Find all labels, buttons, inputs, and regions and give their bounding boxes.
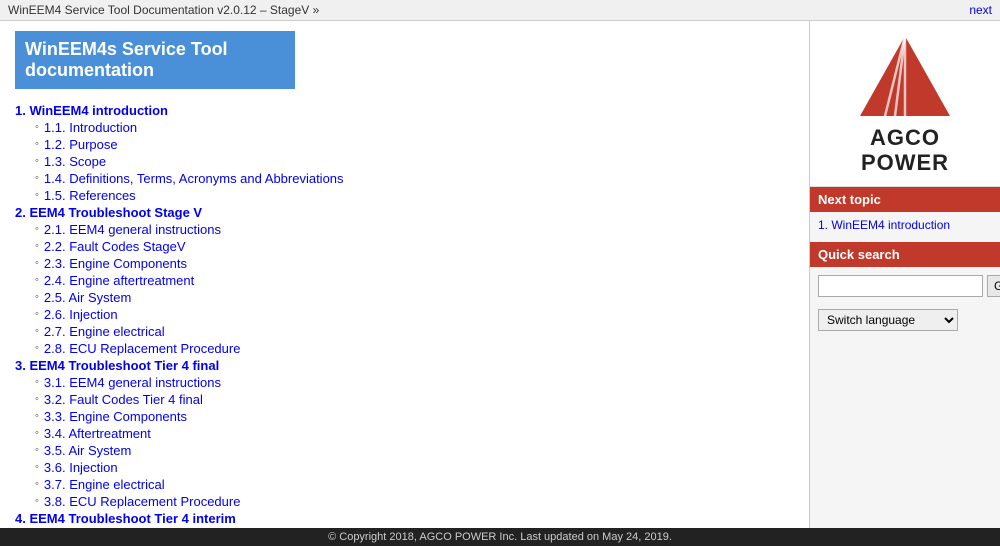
toc-sublink[interactable]: 2.2. Fault Codes StageV: [44, 239, 186, 254]
toc-sublink[interactable]: 2.1. EEM4 general instructions: [44, 222, 221, 237]
toc-subitem: 3.5. Air System: [35, 443, 794, 458]
toc-subitem: 1.2. Purpose: [35, 137, 794, 152]
toc-subitem: 2.7. Engine electrical: [35, 324, 794, 339]
toc-subitem: 3.2. Fault Codes Tier 4 final: [35, 392, 794, 407]
toc-sublink[interactable]: 1.5. References: [44, 188, 136, 203]
next-topic-section: Next topic 1. WinEEM4 introduction: [810, 187, 1000, 238]
toc-item-1: 1. WinEEM4 introduction 1.1. Introduction…: [15, 103, 794, 203]
toc-subitem: 3.1. EEM4 general instructions: [35, 375, 794, 390]
toc-sublist-3: 3.1. EEM4 general instructions 3.2. Fault…: [15, 375, 794, 509]
toc-sublink[interactable]: 3.6. Injection: [44, 460, 118, 475]
toc-sublink[interactable]: 2.4. Engine aftertreatment: [44, 273, 194, 288]
page-title: WinEEM4 Service Tool Documentation v2.0.…: [8, 3, 319, 17]
switch-language-select[interactable]: Switch language: [818, 309, 958, 331]
toc-sublink[interactable]: 2.8. ECU Replacement Procedure: [44, 341, 241, 356]
toc-subitem: 3.8. ECU Replacement Procedure: [35, 494, 794, 509]
toc-sublink[interactable]: 3.4. Aftertreatment: [44, 426, 151, 441]
toc-link-4[interactable]: 4. EEM4 Troubleshoot Tier 4 interim: [15, 511, 236, 526]
toc-sublink[interactable]: 1.4. Definitions, Terms, Acronyms and Ab…: [44, 171, 344, 186]
agco-logo-area: AGCO POWER: [810, 21, 1000, 187]
toc-sublink[interactable]: 3.2. Fault Codes Tier 4 final: [44, 392, 203, 407]
toc-subitem: 2.5. Air System: [35, 290, 794, 305]
toc-link-1[interactable]: 1. WinEEM4 introduction: [15, 103, 168, 118]
agco-logo-triangle: [855, 31, 955, 121]
toc-sublink[interactable]: 3.7. Engine electrical: [44, 477, 165, 492]
toc-subitem: 1.4. Definitions, Terms, Acronyms and Ab…: [35, 171, 794, 186]
toc-subitem: 2.3. Engine Components: [35, 256, 794, 271]
toc-sublink[interactable]: 1.2. Purpose: [44, 137, 118, 152]
toc-item-3: 3. EEM4 Troubleshoot Tier 4 final 3.1. EE…: [15, 358, 794, 509]
toc-link-2[interactable]: 2. EEM4 Troubleshoot Stage V: [15, 205, 202, 220]
toc-sublink[interactable]: 2.5. Air System: [44, 290, 131, 305]
toc-item-4: 4. EEM4 Troubleshoot Tier 4 interim4.1. …: [15, 511, 794, 528]
main-panel: WinEEM4s Service Tool documentation 1. W…: [0, 21, 810, 528]
footer: © Copyright 2018, AGCO POWER Inc. Last u…: [0, 528, 1000, 546]
quick-search-section: Quick search Go: [810, 242, 1000, 301]
toc-subitem: 2.2. Fault Codes StageV: [35, 239, 794, 254]
toc-subitem: 2.4. Engine aftertreatment: [35, 273, 794, 288]
toc-sublink[interactable]: 3.3. Engine Components: [44, 409, 187, 424]
doc-title: WinEEM4s Service Tool documentation: [15, 31, 295, 89]
toc-subitem: 3.4. Aftertreatment: [35, 426, 794, 441]
agco-name-line1: AGCO: [820, 126, 990, 150]
footer-text: © Copyright 2018, AGCO POWER Inc. Last u…: [328, 531, 672, 543]
toc-sublink[interactable]: 2.6. Injection: [44, 307, 118, 322]
toc-sublink[interactable]: 2.7. Engine electrical: [44, 324, 165, 339]
toc-subitem: 3.7. Engine electrical: [35, 477, 794, 492]
toc-subitem: 2.8. ECU Replacement Procedure: [35, 341, 794, 356]
toc-link-3[interactable]: 3. EEM4 Troubleshoot Tier 4 final: [15, 358, 219, 373]
toc-subitem: 2.1. EEM4 general instructions: [35, 222, 794, 237]
top-bar: WinEEM4 Service Tool Documentation v2.0.…: [0, 0, 1000, 21]
right-sidebar: AGCO POWER Next topic 1. WinEEM4 introdu…: [810, 21, 1000, 528]
toc-sublist-1: 1.1. Introduction 1.2. Purpose 1.3. Scope 1…: [15, 120, 794, 203]
toc-subitem: 3.3. Engine Components: [35, 409, 794, 424]
doc-area[interactable]: WinEEM4s Service Tool documentation 1. W…: [0, 21, 809, 528]
toc-subitem: 2.6. Injection: [35, 307, 794, 322]
next-link[interactable]: next: [969, 3, 992, 17]
quick-search-title: Quick search: [810, 242, 1000, 267]
content-wrapper: WinEEM4s Service Tool documentation 1. W…: [0, 21, 1000, 528]
toc-item-2: 2. EEM4 Troubleshoot Stage V 2.1. EEM4 ge…: [15, 205, 794, 356]
toc-sublink[interactable]: 2.3. Engine Components: [44, 256, 187, 271]
switch-language-section: Switch language: [810, 301, 1000, 339]
next-topic-link[interactable]: 1. WinEEM4 introduction: [810, 216, 1000, 238]
toc-list: 1. WinEEM4 introduction 1.1. Introduction…: [15, 103, 794, 528]
search-input[interactable]: [818, 275, 983, 297]
toc-subitem: 1.1. Introduction: [35, 120, 794, 135]
toc-sublink[interactable]: 1.3. Scope: [44, 154, 106, 169]
toc-sublink[interactable]: 3.5. Air System: [44, 443, 131, 458]
next-topic-title: Next topic: [810, 187, 1000, 212]
toc-sublist-2: 2.1. EEM4 general instructions 2.2. Fault…: [15, 222, 794, 356]
toc-subitem: 1.3. Scope: [35, 154, 794, 169]
toc-sublink[interactable]: 1.1. Introduction: [44, 120, 137, 135]
toc-sublink[interactable]: 3.1. EEM4 general instructions: [44, 375, 221, 390]
agco-name-line2: POWER: [820, 150, 990, 176]
search-go-button[interactable]: Go: [987, 275, 1000, 297]
toc-subitem: 3.6. Injection: [35, 460, 794, 475]
toc-subitem: 1.5. References: [35, 188, 794, 203]
toc-sublink[interactable]: 3.8. ECU Replacement Procedure: [44, 494, 241, 509]
search-row: Go: [810, 271, 1000, 301]
